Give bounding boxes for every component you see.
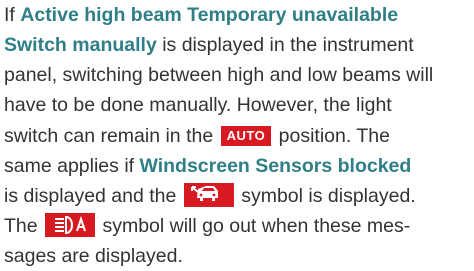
text-line-7: is displayed and the symbol is displayed… (4, 181, 416, 211)
message-active-high-beam: Active high beam Temporary unavailable (20, 4, 399, 26)
text-fragment: switch can remain in the (4, 125, 219, 147)
text-fragment: have to be done manually. However, the l… (4, 94, 392, 116)
text-fragment: is displayed and the (4, 185, 182, 207)
text-fragment: panel, switching between high and low be… (4, 64, 434, 86)
text-line-9: sages are displayed. (4, 241, 183, 271)
text-fragment: The (4, 215, 44, 237)
auto-position-badge: AUTO (220, 126, 272, 146)
text-fragment: is displayed in the instrument (156, 34, 414, 56)
message-windscreen-sensors-blocked: Windscreen Sensors blocked (139, 155, 412, 177)
text-line-1: If Active high beam Temporary unavailabl… (4, 0, 398, 30)
text-line-4: have to be done manually. However, the l… (4, 90, 392, 120)
text-line-6: same applies if Windscreen Sensors block… (4, 151, 411, 181)
windscreen-sensor-icon (183, 183, 234, 207)
text-line-2: Switch manually is displayed in the inst… (4, 30, 414, 60)
text-fragment: position. The (273, 125, 390, 147)
active-high-beam-icon (45, 213, 96, 237)
text-line-5: switch can remain in the AUTO position. … (4, 121, 390, 151)
text-line-8: The symbol will go out when these mes- (4, 211, 410, 241)
text-fragment: symbol will go out when these mes- (97, 215, 411, 237)
text-fragment: symbol is displayed. (235, 185, 416, 207)
text-fragment: same applies if (4, 155, 140, 177)
text-line-3: panel, switching between high and low be… (4, 60, 433, 90)
text-fragment: If (4, 4, 21, 26)
text-fragment: sages are displayed. (4, 245, 183, 267)
message-switch-manually: Switch manually (4, 34, 157, 56)
